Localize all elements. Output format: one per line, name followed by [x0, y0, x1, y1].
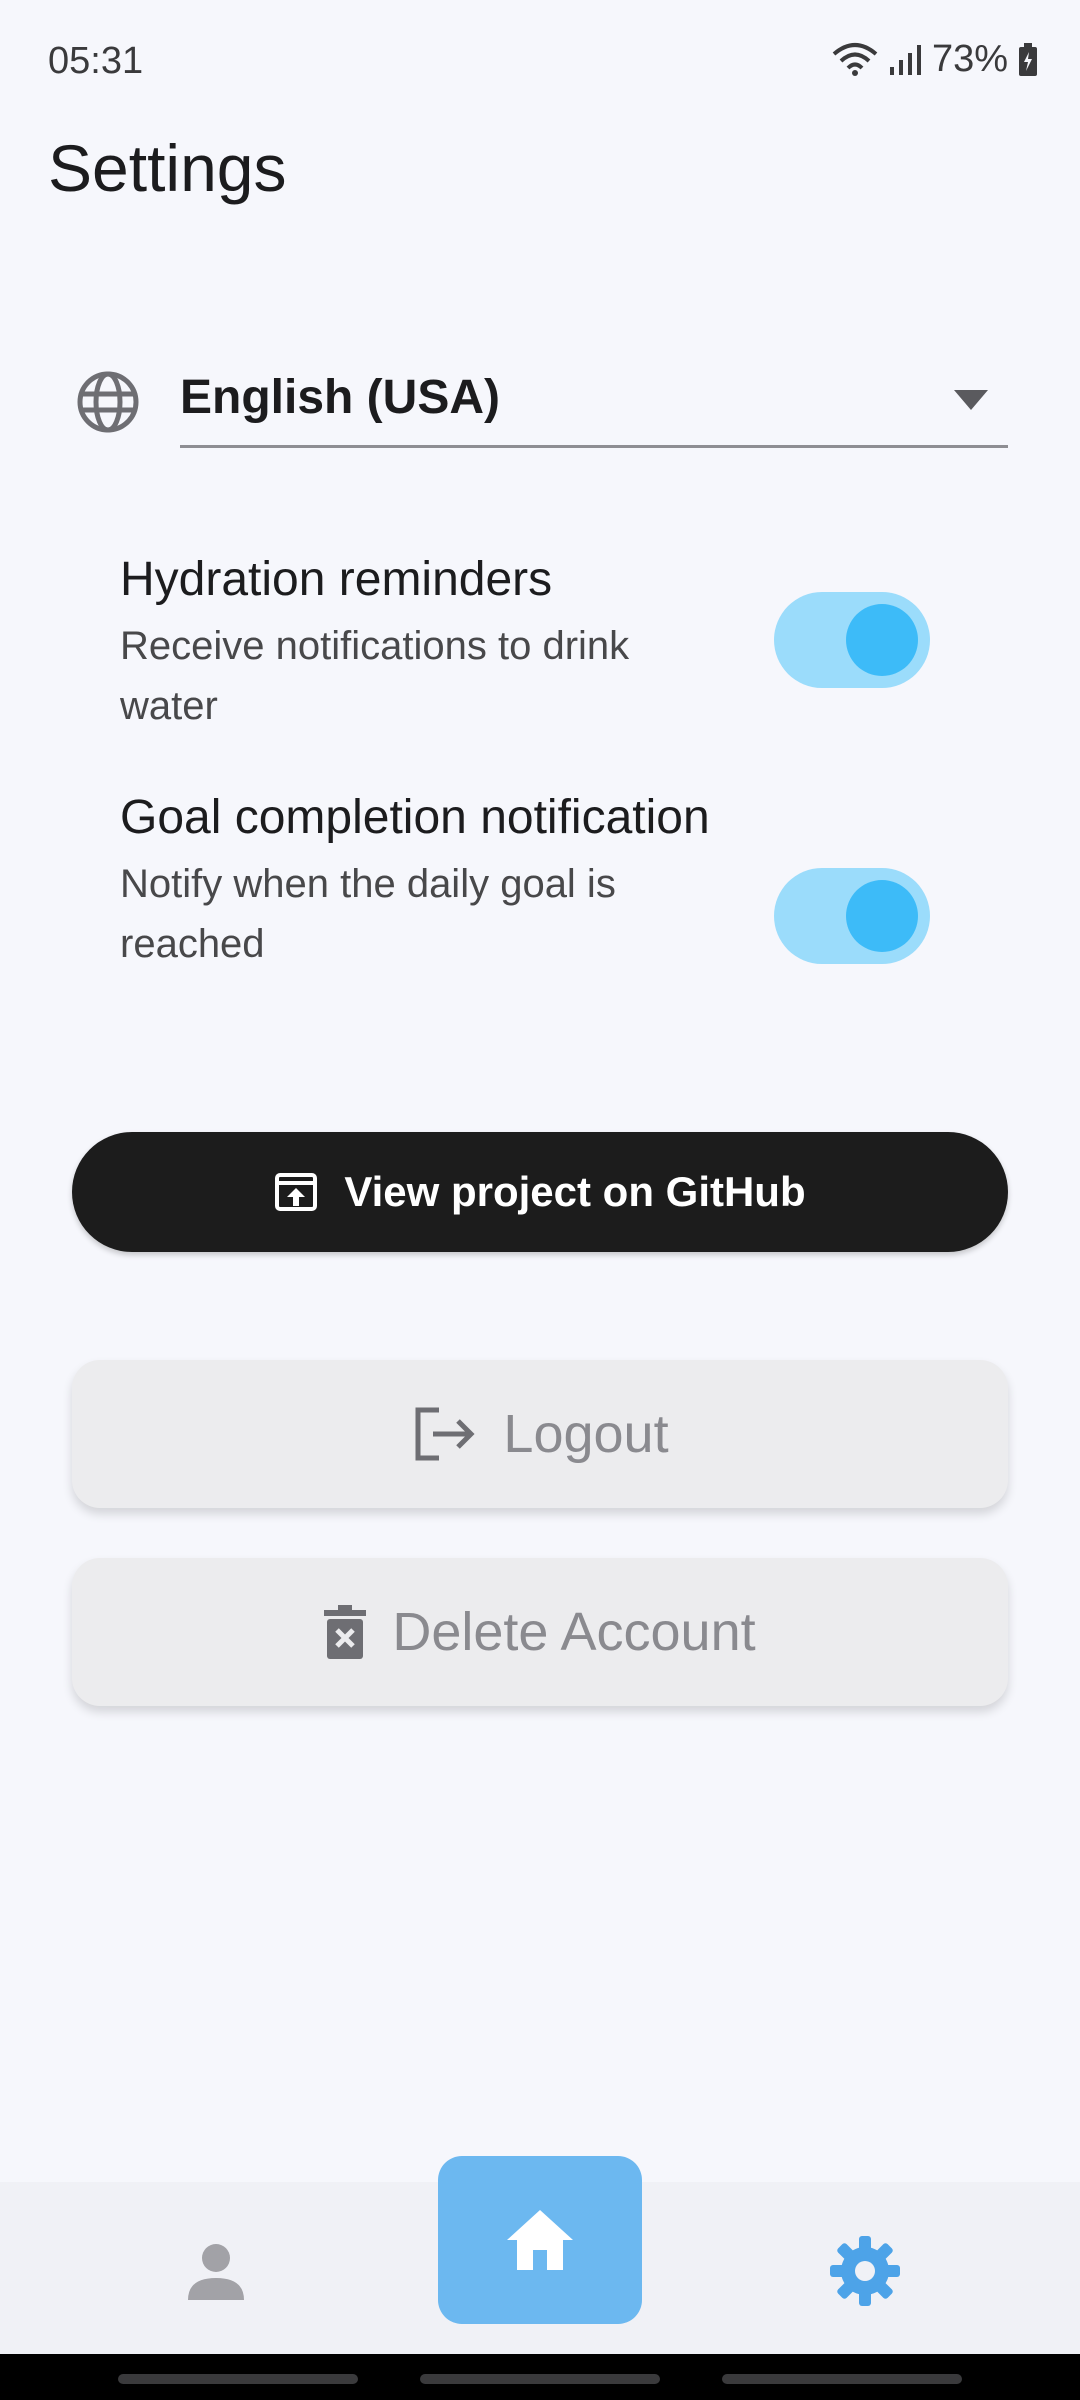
delete-icon [324, 1605, 367, 1659]
globe-icon [77, 371, 139, 433]
page-title: Settings [48, 131, 287, 205]
toggle-text: Goal completion notification Notify when… [120, 782, 720, 974]
chevron-down-icon [954, 390, 988, 410]
battery-icon [1019, 42, 1037, 76]
language-row: English (USA) [72, 358, 1008, 448]
delete-account-label: Delete Account [392, 1602, 756, 1662]
language-value: English (USA) [180, 371, 500, 424]
toggle-title: Hydration reminders [120, 553, 553, 606]
delete-account-button[interactable]: Delete Account [72, 1558, 1008, 1706]
logout-button[interactable]: Logout [72, 1360, 1008, 1508]
wifi-icon [832, 42, 878, 76]
toggle-title: Goal completion notification [120, 791, 710, 844]
view-github-button[interactable]: View project on GitHub [72, 1132, 1008, 1252]
toggle-description: Notify when the daily goal is reached [120, 862, 616, 966]
toggle-description: Receive notifications to drink water [120, 624, 630, 728]
logout-label: Logout [503, 1404, 669, 1464]
status-bar: 05:31 73% [0, 0, 1080, 120]
goal-completion-switch[interactable] [774, 868, 930, 964]
gesture-pill [722, 2374, 962, 2384]
home-icon [507, 2210, 573, 2270]
language-dropdown[interactable]: English (USA) [180, 358, 1008, 448]
open-in-browser-icon [275, 1173, 318, 1211]
goal-completion-row: Goal completion notification Notify when… [120, 782, 960, 1044]
battery-percent: 73% [931, 38, 1008, 80]
switch-knob [846, 880, 918, 952]
nav-settings[interactable] [826, 2232, 904, 2310]
status-icons: 73% [832, 38, 1038, 81]
github-button-label: View project on GitHub [344, 1168, 806, 1215]
nav-profile[interactable] [180, 2236, 252, 2308]
system-gesture-bar [0, 2354, 1080, 2400]
status-time: 05:31 [48, 40, 144, 82]
hydration-reminders-row: Hydration reminders Receive notification… [120, 544, 960, 734]
logout-icon [415, 1407, 475, 1461]
bottom-nav [0, 2156, 1080, 2354]
nav-home[interactable] [438, 2156, 642, 2324]
person-icon [188, 2244, 244, 2300]
hydration-reminders-switch[interactable] [774, 592, 930, 688]
switch-knob [846, 604, 918, 676]
signal-icon [889, 44, 921, 75]
gesture-pill [118, 2374, 358, 2384]
gesture-pill [420, 2374, 660, 2384]
toggle-text: Hydration reminders Receive notification… [120, 544, 720, 736]
gear-icon [830, 2236, 900, 2306]
